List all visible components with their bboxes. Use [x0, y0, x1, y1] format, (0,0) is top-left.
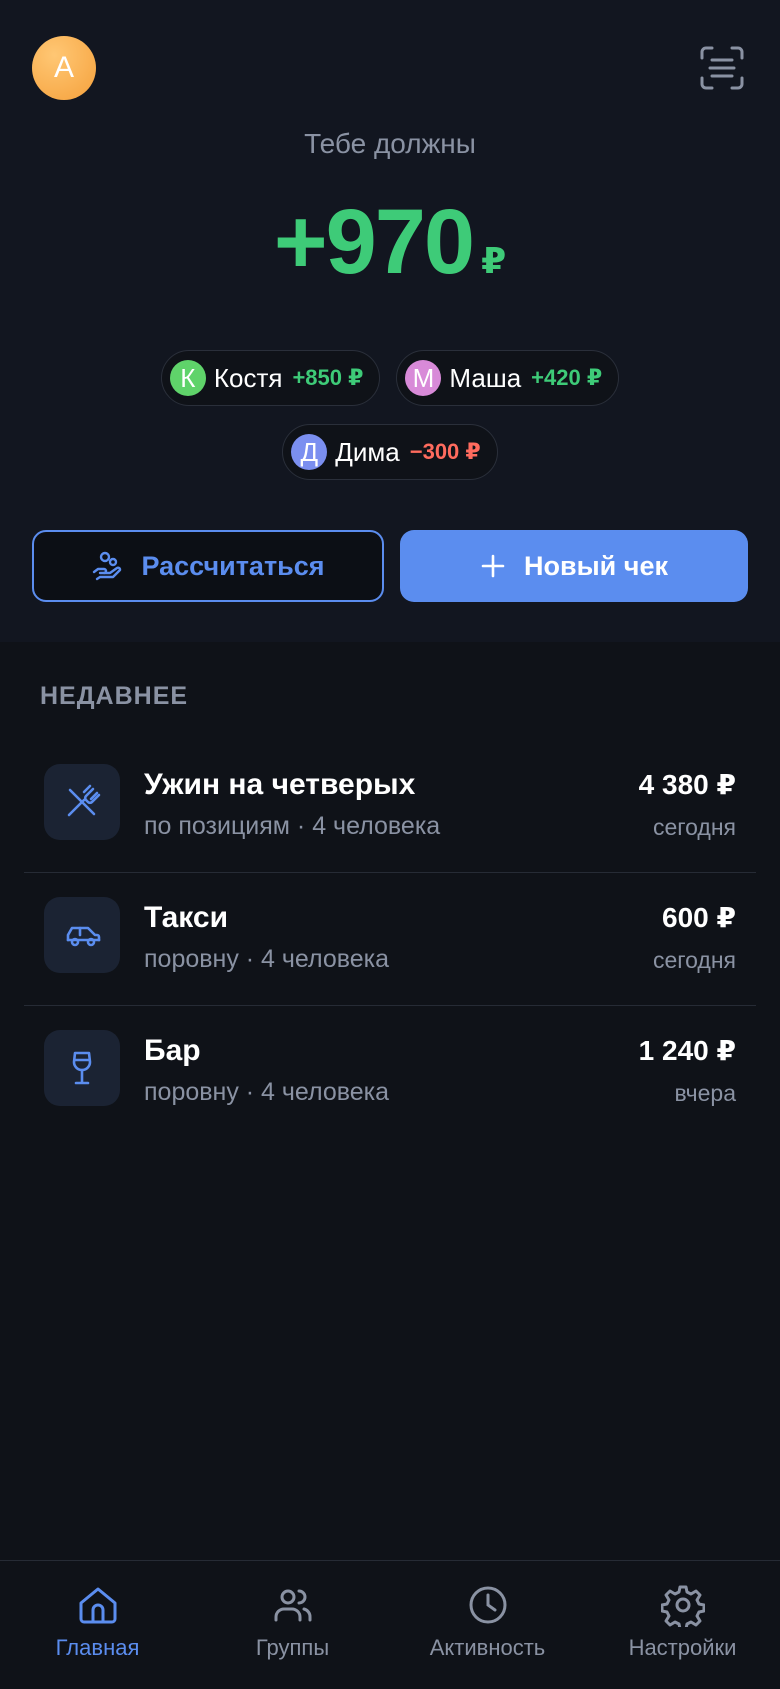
balance-currency: ₽	[481, 240, 507, 281]
scan-receipt-icon	[700, 46, 744, 90]
balance-amount: +970	[273, 191, 475, 293]
item-title: Такси	[144, 901, 229, 934]
debtor-name: Маша	[449, 362, 522, 393]
item-amount: 1 240 ₽	[638, 1035, 736, 1066]
avatar[interactable]: А	[32, 36, 96, 100]
recent-list: Ужин на четверых по позициям · 4 человек…	[24, 740, 756, 1138]
settle-label: Рассчитаться	[141, 550, 325, 581]
scan-button[interactable]	[694, 40, 750, 96]
debtor-amount: −300 ₽	[409, 439, 481, 464]
item-date: сегодня	[652, 814, 736, 840]
tab-settings[interactable]: Настройки	[585, 1561, 780, 1689]
new-check-label: Новый чек	[524, 550, 668, 581]
users-icon	[274, 1589, 311, 1622]
clock-icon	[469, 1586, 506, 1624]
tab-label: Настройки	[628, 1635, 737, 1660]
settle-button[interactable]: Рассчитаться	[32, 530, 384, 602]
tab-activity[interactable]: Активность	[390, 1561, 585, 1689]
hand-coins-icon	[93, 551, 122, 581]
debtor-chip-dima[interactable]: Д Дима −300 ₽	[282, 424, 498, 480]
list-item[interactable]: Такси поровну · 4 человека 600 ₽ сегодня	[24, 873, 756, 1006]
item-title: Ужин на четверых	[144, 768, 416, 801]
plus-icon	[481, 554, 505, 578]
debtor-avatar: Д	[291, 434, 328, 470]
item-subtitle: по позициям · 4 человека	[144, 812, 441, 840]
debtor-avatar: К	[169, 360, 206, 396]
new-check-button[interactable]: Новый чек	[400, 530, 748, 602]
tab-groups[interactable]: Группы	[195, 1561, 390, 1689]
list-item[interactable]: Ужин на четверых по позициям · 4 человек…	[24, 740, 756, 873]
balance-header: А Тебе должны +970 ₽ К Костя +850 ₽ М Маш…	[0, 0, 780, 642]
item-subtitle: поровну · 4 человека	[144, 1078, 390, 1106]
debtor-name: Костя	[213, 362, 283, 393]
item-title: Бар	[144, 1034, 201, 1067]
home-icon	[79, 1587, 116, 1624]
owed-label: Тебе должны	[304, 128, 476, 159]
list-item[interactable]: Бар поровну · 4 человека 1 240 ₽ вчера	[24, 1006, 756, 1138]
debtor-chip-masha[interactable]: М Маша +420 ₽	[396, 350, 620, 406]
avatar-letter: А	[53, 51, 74, 84]
total-balance: +970 ₽	[0, 190, 780, 295]
car-icon	[44, 897, 120, 973]
tab-home[interactable]: Главная	[0, 1561, 195, 1689]
debtor-amount: +850 ₽	[292, 365, 364, 390]
wine-glass-icon	[44, 1030, 120, 1106]
item-subtitle: поровну · 4 человека	[144, 945, 390, 973]
recent-section-title: НЕДАВНЕЕ	[40, 682, 189, 710]
item-amount: 600 ₽	[662, 902, 736, 933]
debtor-avatar: М	[405, 360, 442, 396]
fork-knife-icon	[44, 764, 120, 840]
debtor-amount: +420 ₽	[531, 365, 603, 390]
item-date: вчера	[674, 1080, 736, 1106]
debtor-chip-kostya[interactable]: К Костя +850 ₽	[160, 350, 381, 406]
debtor-name: Дима	[335, 436, 400, 467]
gear-icon	[660, 1585, 705, 1627]
bottom-tab-bar: Главная Группы Активность Настройки	[0, 1560, 780, 1689]
tab-label: Активность	[429, 1635, 546, 1660]
item-date: сегодня	[652, 947, 736, 973]
tab-label: Главная	[55, 1635, 140, 1660]
tab-label: Группы	[255, 1635, 330, 1660]
item-amount: 4 380 ₽	[638, 769, 736, 800]
